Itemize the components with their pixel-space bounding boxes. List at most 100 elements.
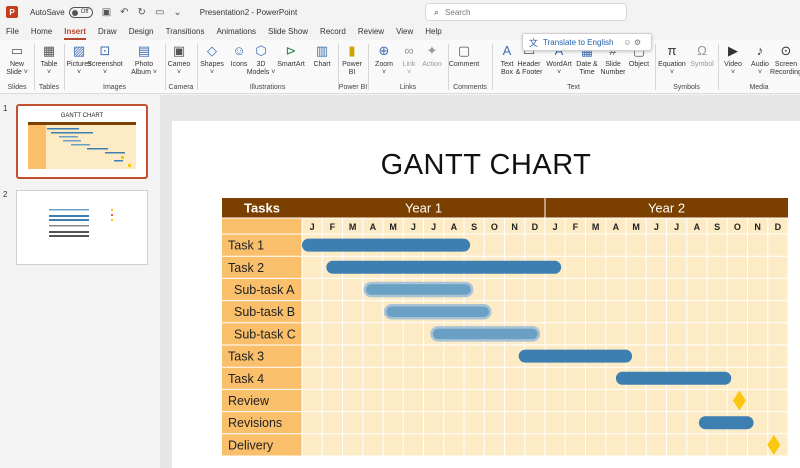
cameo-icon: ▣ <box>172 43 186 58</box>
new-slide-button[interactable]: ▭ New Slide ˅ <box>2 43 32 77</box>
shapes-icon: ◇ <box>207 43 217 58</box>
month-label: J <box>431 222 436 232</box>
ribbon-group-images: Images <box>103 84 126 91</box>
ribbon-button-label: Chart <box>313 61 331 68</box>
tab-view[interactable]: View <box>390 24 419 40</box>
ribbon-group-comments: Comments <box>453 84 487 91</box>
ribbon-button-label: Photo Album ˅ <box>131 61 157 76</box>
title-bar: P AutoSave Off ▣ ↶ ↻ ▭ ⌄ Presentation2 -… <box>0 0 800 24</box>
powerpoint-logo-icon: P <box>6 6 18 18</box>
thumbnail-2-preview <box>49 209 113 237</box>
ribbon-button-label: Screen Recording <box>770 61 800 76</box>
present-icon[interactable]: ▭ <box>155 7 164 18</box>
task-label: Review <box>228 394 270 408</box>
gantt-bar-sub-task-a[interactable] <box>363 281 474 298</box>
search-placeholder: Search <box>445 7 471 17</box>
cameo-button[interactable]: ▣ Cameo ˅ <box>164 43 194 77</box>
slide-thumbnail-2[interactable] <box>16 190 148 265</box>
action-button[interactable]: ✦ Action <box>417 43 447 69</box>
year-label: Year 2 <box>648 201 685 216</box>
ribbon-group-links: Links <box>399 84 417 91</box>
month-label: M <box>389 222 397 232</box>
table-icon: ▦ <box>42 43 56 58</box>
customize-toolbar-icon[interactable]: ⌄ <box>173 7 181 18</box>
document-title: Presentation2 - PowerPoint <box>199 7 298 17</box>
undo-icon[interactable]: ↶ <box>120 7 128 18</box>
month-label: M <box>349 222 357 232</box>
ribbon-group-text: Text <box>567 84 580 91</box>
ribbon-button-label: 3D Models ˅ <box>246 61 276 76</box>
gantt-bar-sub-task-b[interactable] <box>383 303 492 320</box>
ribbon-button-label: Header & Footer <box>515 61 543 76</box>
tab-home[interactable]: Home <box>25 24 58 40</box>
tab-review[interactable]: Review <box>352 24 390 40</box>
month-label: N <box>754 222 761 232</box>
3d-models-button[interactable]: ⬡ 3D Models ˅ <box>246 43 276 77</box>
shapes-button[interactable]: ◇ Shapes ˅ <box>197 43 227 77</box>
ribbon-button-label: Link ˅ <box>402 61 416 76</box>
gantt-bar-task-2[interactable] <box>326 260 562 274</box>
ribbon-group-slides: Slides <box>7 84 27 91</box>
autosave-label: AutoSave <box>30 7 65 17</box>
month-label: A <box>694 222 701 232</box>
gantt-bar-task-3[interactable] <box>518 349 633 363</box>
save-icon[interactable]: ▣ <box>102 7 111 18</box>
task-label: Revisions <box>228 416 282 430</box>
month-label: A <box>370 222 377 232</box>
month-label: F <box>330 222 336 232</box>
translate-popup[interactable]: 文 Translate to English ☺ ⚙ <box>522 33 652 51</box>
gantt-bar-task-1[interactable] <box>302 238 471 252</box>
link-icon: ∞ <box>404 43 414 58</box>
gantt-bar-sub-task-c[interactable] <box>430 326 541 342</box>
translate-label[interactable]: Translate to English <box>543 38 613 47</box>
tab-record[interactable]: Record <box>314 24 352 40</box>
ribbon-button-label: New Slide ˅ <box>6 61 28 76</box>
thumbnail-1-preview: GANTT CHART <box>28 113 136 169</box>
screen-recording-button[interactable]: ⊙ Screen Recording <box>770 43 800 77</box>
power-bi-button[interactable]: ▮ Power BI <box>337 43 367 77</box>
table-button[interactable]: ▦ Table ˅ <box>34 43 64 77</box>
tab-help[interactable]: Help <box>419 24 447 40</box>
month-label: M <box>632 222 640 232</box>
search-box[interactable]: ⌕ Search <box>425 3 627 21</box>
gantt-bar-revisions[interactable] <box>698 416 754 430</box>
tab-file[interactable]: File <box>0 24 25 40</box>
photo-album-button[interactable]: ▤ Photo Album ˅ <box>129 43 159 77</box>
tab-draw[interactable]: Draw <box>92 24 123 40</box>
tab-design[interactable]: Design <box>123 24 160 40</box>
smartart-icon: ⊳ <box>285 43 297 58</box>
symbol-button[interactable]: Ω Symbol <box>687 43 717 69</box>
smartart-button[interactable]: ⊳ SmartArt <box>276 43 306 69</box>
month-label: N <box>511 222 518 232</box>
gantt-bar-task-4[interactable] <box>615 371 732 385</box>
tab-animations[interactable]: Animations <box>210 24 262 40</box>
equation-button[interactable]: π Equation ˅ <box>657 43 687 77</box>
autosave-toggle[interactable]: Off <box>68 6 93 18</box>
dismiss-icon[interactable]: ☺ ⚙ <box>623 38 641 47</box>
ribbon-button-label: Icons <box>230 61 248 68</box>
redo-icon[interactable]: ↻ <box>138 7 146 18</box>
photo-album-icon: ▤ <box>137 43 151 58</box>
ribbon-button-label: Action <box>422 61 442 68</box>
slide[interactable]: GANTT CHART Tasks Year 1 Year 2JFMAMJJASON… <box>172 121 800 468</box>
video-icon: ▶ <box>728 43 738 58</box>
task-label: Task 4 <box>228 372 264 386</box>
video-button[interactable]: ▶ Video ˅ <box>718 43 748 77</box>
gantt-header-band <box>222 198 788 218</box>
comment-icon: ▢ <box>457 43 471 58</box>
chart-button[interactable]: ▥ Chart <box>307 43 337 69</box>
gantt-chart[interactable]: Tasks Year 1 Year 2 J F M A M J J A S O N D J F M A M J J A S O N… <box>172 121 800 468</box>
ribbon-button-label: Screenshot ˅ <box>87 61 123 76</box>
tab-slide-show[interactable]: Slide Show <box>262 24 314 40</box>
slide-thumbnail-1[interactable]: GANTT CHART <box>16 104 148 179</box>
tab-insert[interactable]: Insert <box>58 24 92 40</box>
tab-transitions[interactable]: Transitions <box>160 24 211 40</box>
ribbon-group-illustrations: Illustrations <box>249 84 286 91</box>
comment-button[interactable]: ▢ Comment <box>449 43 479 69</box>
ribbon-button-label: Cameo ˅ <box>167 61 191 76</box>
month-label: D <box>532 222 539 232</box>
ribbon-button-label: Slide Number <box>600 61 626 76</box>
screenshot-button[interactable]: ⊡ Screenshot ˅ <box>87 43 123 77</box>
ribbon-button-label: Shapes ˅ <box>200 61 224 76</box>
ribbon-group-symbols: Symbols <box>673 84 700 91</box>
